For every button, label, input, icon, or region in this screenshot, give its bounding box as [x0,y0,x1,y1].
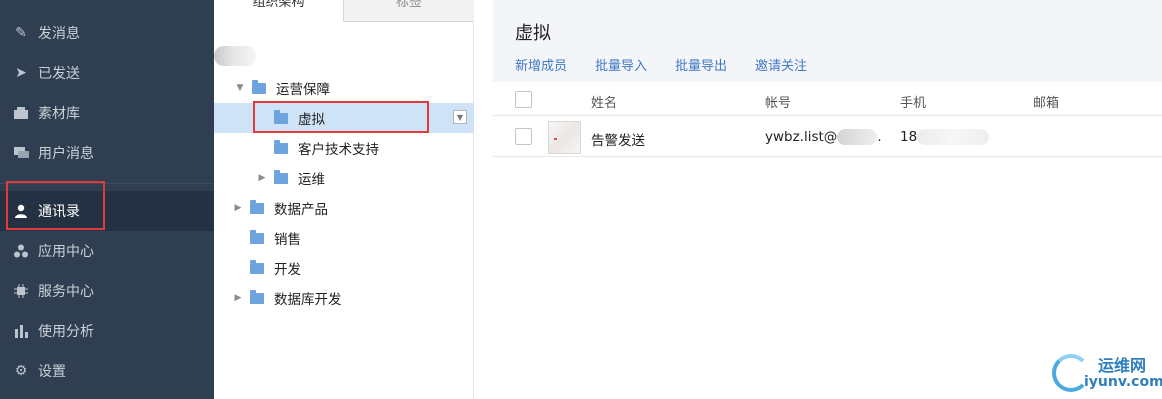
members-header: 虚拟 新增成员 批量导入 批量导出 邀请关注 [493,0,1162,82]
member-account: ywbz.list@. [765,129,882,145]
folder-icon [250,199,264,214]
sidebar-item-label: 用户消息 [38,146,94,162]
column-header-phone: 手机 [900,96,927,111]
account-tail: . [877,129,882,145]
watermark-logo: 运维网 iyunv.com [1052,344,1162,399]
phone-redacted [917,129,990,145]
sidebar: ✎ 发消息 ➤ 已发送 素材库 用户消息 通讯录 应用中心 服务中心 使用分析 … [0,0,214,399]
tree-node-data-products[interactable]: ▶ 数据产品 [214,193,474,223]
sidebar-item-sent[interactable]: ➤ 已发送 [0,53,214,93]
tree-node-sales[interactable]: 销售 [214,223,474,253]
org-tree-panel: 组织架构 标签 ▼ 运营保障 虚拟 ▼ 客户技术支持 ▶ 运维 ▶ 数据产品 销… [214,0,474,399]
tree-node-devops[interactable]: ▶ 运维 [214,163,474,193]
chat-icon [12,144,30,162]
sidebar-item-label: 设置 [38,364,66,380]
column-header-name: 姓名 [591,96,618,111]
page-title: 虚拟 [515,23,551,44]
sidebar-item-contacts[interactable]: 通讯录 [0,191,214,231]
sidebar-item-label: 应用中心 [38,244,94,260]
folder-icon [250,229,264,244]
sidebar-item-user-messages[interactable]: 用户消息 [0,133,214,173]
batch-import-link[interactable]: 批量导入 [595,55,647,74]
watermark-text-2: iyunv.com [1084,374,1162,390]
tree-node-label: 开发 [274,262,301,278]
pencil-icon: ✎ [15,25,27,41]
column-header-account: 帐号 [765,96,792,111]
add-member-link[interactable]: 新增成员 [515,55,567,74]
node-dropdown-button[interactable]: ▼ [453,110,467,124]
sidebar-item-settings[interactable]: ⚙ 设置 [0,351,214,391]
caret-right-icon[interactable]: ▶ [256,173,268,183]
member-phone: 18 [900,129,990,145]
invite-follow-link[interactable]: 邀请关注 [755,55,807,74]
column-header-email: 邮箱 [1033,96,1060,111]
sidebar-item-send-message[interactable]: ✎ 发消息 [0,13,214,53]
root-node-blurred[interactable] [214,46,256,66]
sidebar-item-materials[interactable]: 素材库 [0,93,214,133]
account-redacted [837,129,878,145]
send-icon: ➤ [15,65,27,81]
tree-node-label: 运维 [298,172,325,188]
table-header: 姓名 帐号 手机 邮箱 [493,84,1162,116]
sidebar-item-app-center[interactable]: 应用中心 [0,231,214,271]
row-checkbox[interactable] [515,128,532,145]
sidebar-item-label: 使用分析 [38,324,94,340]
bar-chart-icon [12,322,30,340]
members-panel: 虚拟 新增成员 批量导入 批量导出 邀请关注 姓名 帐号 手机 邮箱 告警发送 … [493,0,1162,399]
tree-node-label: 数据库开发 [274,292,342,308]
apps-icon [12,242,30,260]
sidebar-item-label: 已发送 [38,66,80,82]
tree-node-ops[interactable]: ▼ 运营保障 [214,73,474,103]
tree-node-label: 客户技术支持 [298,142,379,158]
sidebar-item-label: 发消息 [38,26,80,42]
tree-node-label: 销售 [274,232,301,248]
batch-export-link[interactable]: 批量导出 [675,55,727,74]
person-icon [12,202,30,220]
folder-icon [252,79,266,94]
folder-icon [250,259,264,274]
tree-node-label: 虚拟 [298,112,325,128]
caret-down-icon[interactable]: ▼ [234,83,246,93]
avatar [548,121,581,154]
folder-icon [274,109,288,124]
account-text: ywbz.list@ [765,129,838,145]
sidebar-divider [0,183,214,184]
sidebar-item-analytics[interactable]: 使用分析 [0,311,214,351]
sidebar-item-label: 通讯录 [38,204,80,220]
tree-node-virtual[interactable]: 虚拟 ▼ [214,103,474,133]
tree-tabbar: 组织架构 标签 [214,0,474,22]
tree-node-db-dev[interactable]: ▶ 数据库开发 [214,283,474,313]
box-icon [12,104,30,122]
chip-icon [12,282,30,300]
tree-node-development[interactable]: 开发 [214,253,474,283]
tab-tags[interactable]: 标签 [344,0,474,22]
table-row[interactable]: 告警发送 ywbz.list@. 18 [493,117,1162,157]
sidebar-item-service-center[interactable]: 服务中心 [0,271,214,311]
folder-icon [274,169,288,184]
caret-right-icon[interactable]: ▶ [232,203,244,213]
gear-icon: ⚙ [14,363,28,379]
phone-text: 18 [900,129,918,145]
tree-node-label: 运营保障 [276,82,330,98]
sidebar-item-label: 素材库 [38,106,80,122]
caret-right-icon[interactable]: ▶ [232,293,244,303]
tree-node-tech-support[interactable]: 客户技术支持 [214,133,474,163]
tab-org-structure[interactable]: 组织架构 [214,0,344,22]
watermark-text-1: 运维网 [1098,356,1147,375]
select-all-checkbox[interactable] [515,91,532,108]
member-name[interactable]: 告警发送 [591,129,645,149]
sidebar-item-label: 服务中心 [38,284,94,300]
folder-icon [274,139,288,154]
tree-node-label: 数据产品 [274,202,328,218]
folder-icon [250,289,264,304]
